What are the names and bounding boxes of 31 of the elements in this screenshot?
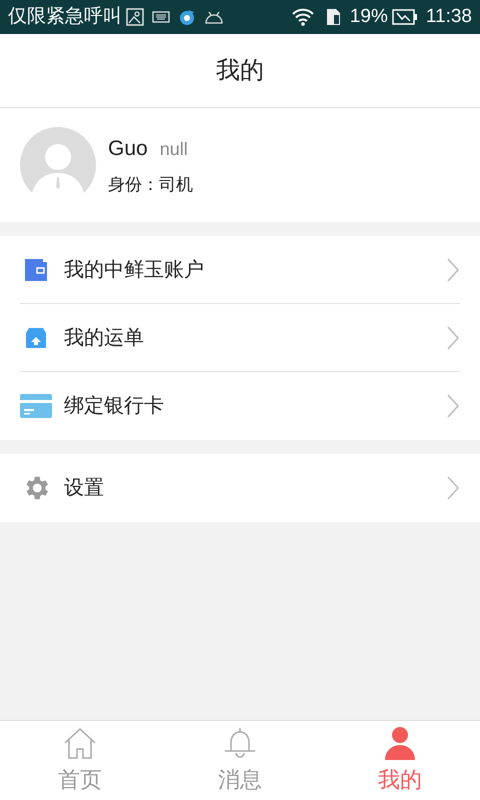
user-nickname: null	[160, 138, 188, 160]
menu-label: 我的运单	[64, 326, 145, 350]
sim-icon	[326, 8, 342, 26]
battery-charging-icon	[392, 9, 418, 25]
page-title: 我的	[216, 56, 264, 86]
tab-label: 消息	[218, 766, 262, 794]
tab-label: 首页	[58, 766, 102, 794]
tab-label: 我的	[378, 766, 422, 794]
chevron-right-icon	[446, 256, 460, 282]
menu-label: 设置	[64, 476, 105, 501]
menu-item[interactable]: 我的运单	[20, 304, 460, 372]
clock-text: 11:38	[426, 4, 472, 29]
user-role: 身份：司机	[108, 174, 193, 196]
avatar-icon	[20, 127, 96, 203]
chevron-right-icon	[446, 324, 460, 350]
image-icon	[126, 8, 144, 26]
battery-percent: 19%	[350, 4, 388, 29]
user-name: Guo	[108, 136, 148, 162]
home-icon	[62, 725, 98, 761]
carrier-text: 仅限紧急呼叫	[8, 4, 122, 29]
menu-label: 我的中鲜玉账户	[64, 258, 205, 282]
keyboard-icon	[152, 11, 170, 23]
menu-item[interactable]: 绑定银行卡	[20, 372, 460, 440]
person-icon	[382, 725, 418, 761]
card-icon	[20, 393, 52, 419]
chevron-right-icon	[446, 475, 460, 501]
menu-item[interactable]: 我的中鲜玉账户	[20, 236, 460, 304]
wifi-icon	[292, 8, 314, 26]
chevron-right-icon	[446, 393, 460, 419]
android-icon	[204, 10, 224, 24]
menu-label: 绑定银行卡	[64, 394, 165, 419]
